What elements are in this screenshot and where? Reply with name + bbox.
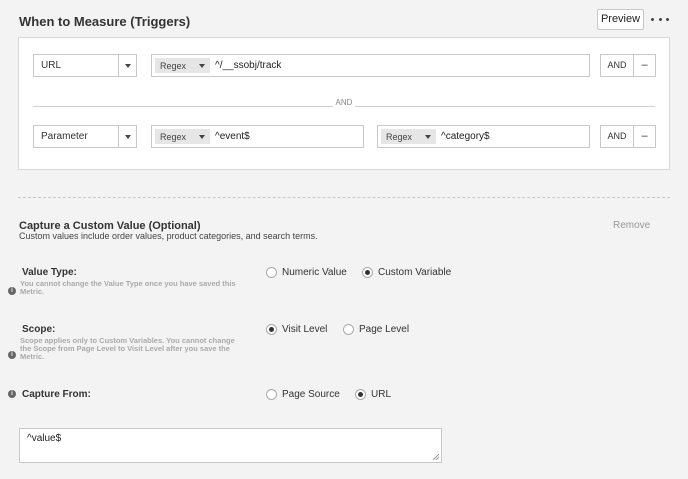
match-pattern-value[interactable]: ^/__ssobj/track xyxy=(210,60,281,71)
value-type-label: Value Type: xyxy=(22,267,77,278)
info-icon[interactable]: i xyxy=(8,390,16,398)
trigger-type-value: URL xyxy=(41,60,62,71)
match-mode-value: Regex xyxy=(160,131,187,142)
parameter-value-input[interactable]: Regex ^category$ xyxy=(377,125,590,148)
match-mode-select[interactable]: Regex xyxy=(155,129,210,144)
capture-from-label: Capture From: xyxy=(22,389,91,400)
parameter-name-input[interactable]: Regex ^event$ xyxy=(151,125,364,148)
match-mode-value: Regex xyxy=(160,60,187,71)
resize-handle-icon[interactable] xyxy=(433,454,439,460)
radio-icon[interactable] xyxy=(266,389,277,400)
info-icon[interactable]: i xyxy=(8,287,16,295)
capture-expression-textarea[interactable]: ^value$ xyxy=(19,428,442,463)
remove-row-button[interactable]: – xyxy=(634,126,655,147)
radio-selected-icon[interactable] xyxy=(355,389,366,400)
chevron-down-icon xyxy=(425,134,431,139)
trigger-type-select-1[interactable]: URL xyxy=(33,54,137,77)
match-pattern-value[interactable]: ^event$ xyxy=(210,131,250,142)
capture-section-subtitle: Custom values include order values, prod… xyxy=(19,231,318,241)
radio-selected-icon[interactable] xyxy=(362,267,373,278)
chevron-down-icon xyxy=(118,126,136,147)
chevron-down-icon xyxy=(118,55,136,76)
scope-help: Scope applies only to Custom Variables. … xyxy=(20,336,235,361)
section-title-triggers: When to Measure (Triggers) xyxy=(19,14,191,29)
radio-page-level[interactable]: Page Level xyxy=(343,324,409,335)
remove-row-button[interactable]: – xyxy=(634,55,655,76)
more-options-icon[interactable] xyxy=(651,12,669,26)
radio-numeric-value[interactable]: Numeric Value xyxy=(266,267,347,278)
match-pattern-value[interactable]: ^category$ xyxy=(436,131,490,142)
remove-capture-link[interactable]: Remove xyxy=(613,220,650,231)
chevron-down-icon xyxy=(199,63,205,68)
and-button[interactable]: AND xyxy=(601,55,634,76)
preview-button[interactable]: Preview xyxy=(597,9,644,30)
info-icon[interactable]: i xyxy=(8,351,16,359)
match-mode-value: Regex xyxy=(386,131,413,142)
and-divider-label: AND xyxy=(333,98,355,107)
radio-custom-variable[interactable]: Custom Variable xyxy=(362,267,451,278)
value-type-help: You cannot change the Value Type once yo… xyxy=(20,279,236,296)
row-actions-2: AND – xyxy=(600,125,656,148)
radio-selected-icon[interactable] xyxy=(266,324,277,335)
match-mode-select[interactable]: Regex xyxy=(381,129,436,144)
row-actions-1: AND – xyxy=(600,54,656,77)
radio-url[interactable]: URL xyxy=(355,389,391,400)
and-button[interactable]: AND xyxy=(601,126,634,147)
trigger-type-value: Parameter xyxy=(41,131,88,142)
chevron-down-icon xyxy=(199,134,205,139)
radio-icon[interactable] xyxy=(266,267,277,278)
scope-label: Scope: xyxy=(22,324,56,335)
radio-icon[interactable] xyxy=(343,324,354,335)
radio-page-source[interactable]: Page Source xyxy=(266,389,340,400)
match-mode-select[interactable]: Regex xyxy=(155,58,210,73)
trigger-type-select-2[interactable]: Parameter xyxy=(33,125,137,148)
trigger-match-input-1[interactable]: Regex ^/__ssobj/track xyxy=(151,54,590,77)
radio-visit-level[interactable]: Visit Level xyxy=(266,324,327,335)
capture-expression-value: ^value$ xyxy=(27,433,62,444)
section-divider xyxy=(18,197,670,198)
